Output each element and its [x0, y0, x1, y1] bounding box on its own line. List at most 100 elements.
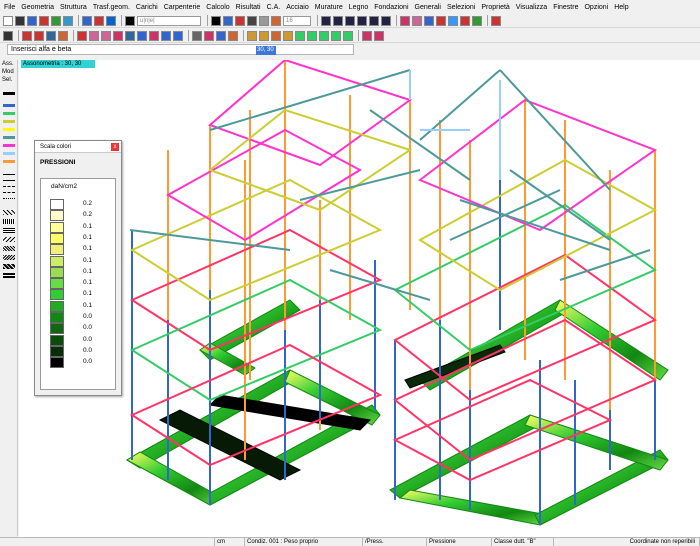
tb2-tool-icon-14[interactable] [161, 30, 171, 41]
tb1-tool-icon-37[interactable] [491, 15, 501, 26]
tb1-tool-icon-14[interactable] [211, 15, 221, 26]
tb2-tool-icon-24[interactable] [271, 30, 281, 41]
tb2-tool-icon-10[interactable] [113, 30, 123, 41]
tb2-tool-icon-20[interactable] [228, 30, 238, 41]
tb1-tool-icon-30[interactable] [412, 15, 422, 26]
menu-item-struttura[interactable]: Struttura [60, 4, 87, 11]
menu-item-help[interactable]: Help [614, 4, 628, 11]
tb1-tool-icon-29[interactable] [400, 15, 410, 26]
line-style-thin[interactable] [3, 180, 15, 181]
color-swatch-lightblue[interactable] [3, 152, 15, 155]
tb1-tool-icon-31[interactable] [424, 15, 434, 26]
menu-item-generali[interactable]: Generali [415, 4, 441, 11]
close-icon[interactable]: x [111, 143, 119, 151]
tb2-tool-icon-3[interactable] [34, 30, 44, 41]
tb1-tool-icon-32[interactable] [436, 15, 446, 26]
tb2-tool-icon-19[interactable] [216, 30, 226, 41]
tb1-tool-icon-15[interactable] [223, 15, 233, 26]
tb2-tool-icon-4[interactable] [46, 30, 56, 41]
line-style-dashed[interactable] [3, 186, 15, 187]
tb2-tool-icon-33[interactable] [374, 30, 384, 41]
menu-item-c-a-[interactable]: C.A. [267, 4, 281, 11]
hatch-pattern-7[interactable] [3, 264, 15, 269]
menu-item-fondazioni[interactable]: Fondazioni [374, 4, 408, 11]
menu-item-carpenterie[interactable]: Carpenterie [164, 4, 201, 11]
color-swatch-blue[interactable] [3, 104, 15, 107]
hatch-pattern-1[interactable] [3, 210, 15, 215]
tb1-tool-icon-33[interactable] [448, 15, 458, 26]
tb2-tool-icon-7[interactable] [77, 30, 87, 41]
tb2-tool-icon-11[interactable] [125, 30, 135, 41]
menu-item-murature[interactable]: Murature [315, 4, 343, 11]
tb1-tool-icon-23[interactable] [333, 15, 343, 26]
tb1-tool-icon-22[interactable] [321, 15, 331, 26]
tb2-tool-icon-9[interactable] [101, 30, 111, 41]
tb1-tool-icon-7[interactable] [82, 15, 92, 26]
tb1-tool-icon-25[interactable] [357, 15, 367, 26]
tb1-tool-icon-11[interactable] [125, 15, 135, 26]
tb1-tool-icon-0[interactable] [3, 15, 13, 26]
menu-item-selezioni[interactable]: Selezioni [447, 4, 475, 11]
tb2-tool-icon-26[interactable] [295, 30, 305, 41]
tb1-tool-icon-16[interactable] [235, 15, 245, 26]
tb1-tool-icon-34[interactable] [460, 15, 470, 26]
color-swatch-yellow[interactable] [3, 120, 15, 123]
tb1-tool-icon-24[interactable] [345, 15, 355, 26]
tb2-tool-icon-29[interactable] [331, 30, 341, 41]
tb2-tool-icon-2[interactable] [22, 30, 32, 41]
tb2-tool-icon-17[interactable] [192, 30, 202, 41]
menu-item-calcolo[interactable]: Calcolo [206, 4, 229, 11]
modify-button[interactable]: Mod [0, 68, 17, 76]
tb1-tool-icon-5[interactable] [63, 15, 73, 26]
tb2-tool-icon-30[interactable] [343, 30, 353, 41]
hatch-pattern-8[interactable] [3, 273, 15, 278]
color-scale-titlebar[interactable]: Scala colori x [35, 141, 121, 153]
axonometry-button[interactable]: Ass. [0, 60, 17, 68]
hatch-pattern-4[interactable] [3, 237, 15, 242]
tb1-tool-icon-3[interactable] [39, 15, 49, 26]
tb1-tool-icon-18[interactable] [259, 15, 269, 26]
menu-item-geometria[interactable]: Geometria [21, 4, 54, 11]
tb2-tool-icon-25[interactable] [283, 30, 293, 41]
tb1-tool-icon-17[interactable] [247, 15, 257, 26]
hatch-pattern-3[interactable] [3, 228, 15, 233]
tb2-tool-icon-13[interactable] [149, 30, 159, 41]
color-swatch-pink[interactable] [3, 144, 15, 147]
tb2-tool-icon-22[interactable] [247, 30, 257, 41]
color-swatch-lightyellow[interactable] [3, 128, 15, 131]
tb2-tool-icon-27[interactable] [307, 30, 317, 41]
tb2-tool-icon-28[interactable] [319, 30, 329, 41]
tb2-tool-icon-18[interactable] [204, 30, 214, 41]
menu-item-finestre[interactable]: Finestre [553, 4, 578, 11]
tb2-tool-icon-5[interactable] [58, 30, 68, 41]
hatch-pattern-5[interactable] [3, 246, 15, 251]
hatch-pattern-6[interactable] [3, 255, 15, 260]
font-select[interactable]: u|n|e| [137, 15, 201, 26]
menu-item-risultati[interactable]: Risultati [236, 4, 261, 11]
tb1-tool-icon-9[interactable] [106, 15, 116, 26]
hatch-pattern-2[interactable] [3, 219, 15, 224]
tb2-tool-icon-32[interactable] [362, 30, 372, 41]
tb1-tool-icon-1[interactable] [15, 15, 25, 26]
command-prompt[interactable]: Inserisci alfa e beta [7, 44, 354, 55]
tb1-tool-icon-4[interactable] [51, 15, 61, 26]
menu-item-file[interactable]: File [4, 4, 15, 11]
tb1-tool-icon-35[interactable] [472, 15, 482, 26]
color-swatch-black[interactable] [3, 92, 15, 95]
color-swatch-green[interactable] [3, 112, 15, 115]
layer-select[interactable]: 16 [283, 15, 311, 26]
tb2-tool-icon-23[interactable] [259, 30, 269, 41]
prompt-value[interactable]: 30, 30 [256, 46, 276, 55]
tb1-tool-icon-2[interactable] [27, 15, 37, 26]
line-style-solid[interactable] [3, 174, 15, 175]
select-button[interactable]: Sel. [0, 76, 17, 84]
color-swatch-teal[interactable] [3, 136, 15, 139]
line-style-dotted[interactable] [3, 198, 15, 199]
color-swatch-orange[interactable] [3, 160, 15, 163]
menu-item-carichi[interactable]: Carichi [136, 4, 158, 11]
tb2-tool-icon-15[interactable] [173, 30, 183, 41]
tb2-tool-icon-0[interactable] [3, 30, 13, 41]
menu-item-legno[interactable]: Legno [349, 4, 368, 11]
tb2-tool-icon-8[interactable] [89, 30, 99, 41]
menu-item-opzioni[interactable]: Opzioni [584, 4, 608, 11]
